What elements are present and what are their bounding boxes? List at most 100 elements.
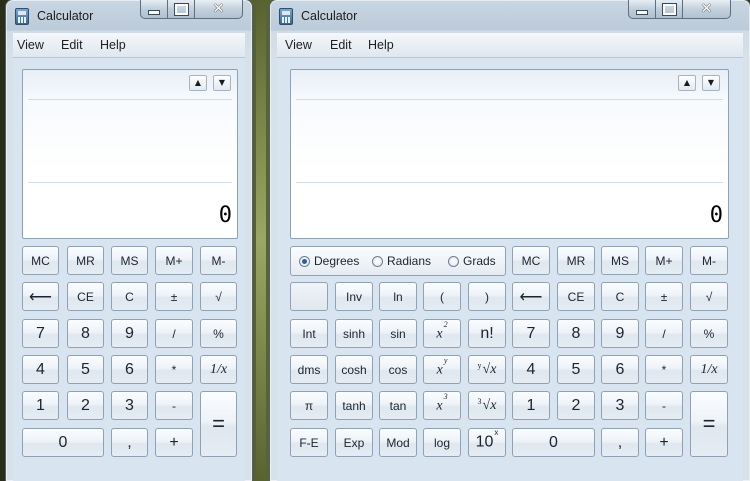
key-equals[interactable]: = bbox=[200, 391, 237, 457]
close-button[interactable]: ✕ bbox=[683, 0, 731, 19]
key-add[interactable]: + bbox=[645, 428, 683, 457]
history-up-button[interactable]: ▲ bbox=[189, 75, 207, 91]
key-reciprocal[interactable]: 1/x bbox=[200, 355, 237, 384]
key-ten-power[interactable]: 10x bbox=[468, 428, 506, 457]
key-memory-recall[interactable]: MR bbox=[67, 246, 104, 275]
title-bar[interactable]: Calculator ✕ bbox=[270, 0, 750, 33]
key-equals[interactable]: = bbox=[690, 391, 728, 457]
key-power[interactable]: xy bbox=[423, 355, 461, 384]
key-backspace[interactable]: ⟵ bbox=[512, 282, 550, 311]
key-fixed-exponent[interactable]: F-E bbox=[290, 428, 328, 457]
key-inverse[interactable]: Inv bbox=[335, 282, 373, 311]
minimize-button[interactable] bbox=[140, 0, 168, 19]
history-up-button[interactable]: ▲ bbox=[678, 75, 696, 91]
menu-help[interactable]: Help bbox=[100, 38, 126, 52]
key-9[interactable]: 9 bbox=[601, 319, 639, 348]
key-sin[interactable]: sin bbox=[379, 319, 417, 348]
title-bar[interactable]: Calculator ✕ bbox=[6, 0, 252, 33]
key-memory-store[interactable]: MS bbox=[601, 246, 639, 275]
maximize-button[interactable] bbox=[168, 0, 195, 19]
key-6[interactable]: 6 bbox=[111, 355, 148, 384]
key-backspace[interactable]: ⟵ bbox=[22, 282, 59, 311]
key-memory-clear[interactable]: MC bbox=[22, 246, 59, 275]
key-multiply[interactable]: * bbox=[645, 355, 683, 384]
key-5[interactable]: 5 bbox=[557, 355, 595, 384]
key-8[interactable]: 8 bbox=[557, 319, 595, 348]
key-clear-entry[interactable]: CE bbox=[67, 282, 104, 311]
key-square-root[interactable]: √ bbox=[690, 282, 728, 311]
key-sinh[interactable]: sinh bbox=[335, 319, 373, 348]
history-down-button[interactable]: ▼ bbox=[702, 75, 720, 91]
radio-radians[interactable]: Radians bbox=[372, 254, 431, 268]
key-multiply[interactable]: * bbox=[155, 355, 193, 384]
key-percent[interactable]: % bbox=[690, 319, 728, 348]
key-subtract[interactable]: - bbox=[155, 391, 193, 420]
key-6[interactable]: 6 bbox=[601, 355, 639, 384]
key-1[interactable]: 1 bbox=[512, 391, 550, 420]
key-clear[interactable]: C bbox=[601, 282, 639, 311]
key-integer[interactable]: Int bbox=[290, 319, 328, 348]
key-9[interactable]: 9 bbox=[111, 319, 148, 348]
key-0[interactable]: 0 bbox=[512, 428, 595, 457]
key-dms[interactable]: dms bbox=[290, 355, 328, 384]
key-0[interactable]: 0 bbox=[22, 428, 104, 457]
key-8[interactable]: 8 bbox=[67, 319, 104, 348]
key-subtract[interactable]: - bbox=[645, 391, 683, 420]
key-add[interactable]: + bbox=[155, 428, 193, 457]
key-2[interactable]: 2 bbox=[557, 391, 595, 420]
key-cos[interactable]: cos bbox=[379, 355, 417, 384]
key-decimal[interactable]: , bbox=[601, 428, 639, 457]
key-square[interactable]: x2 bbox=[423, 319, 461, 348]
key-exp[interactable]: Exp bbox=[335, 428, 373, 457]
key-cube[interactable]: x3 bbox=[423, 391, 461, 420]
key-cosh[interactable]: cosh bbox=[335, 355, 373, 384]
key-square-root[interactable]: √ bbox=[200, 282, 237, 311]
history-down-button[interactable]: ▼ bbox=[213, 75, 231, 91]
key-memory-store[interactable]: MS bbox=[111, 246, 148, 275]
key-clear[interactable]: C bbox=[111, 282, 148, 311]
maximize-button[interactable] bbox=[656, 0, 683, 19]
key-natural-log[interactable]: ln bbox=[379, 282, 417, 311]
key-5[interactable]: 5 bbox=[67, 355, 104, 384]
menu-edit[interactable]: Edit bbox=[330, 38, 352, 52]
key-factorial[interactable]: n! bbox=[468, 319, 506, 348]
key-4[interactable]: 4 bbox=[512, 355, 550, 384]
key-yth-root[interactable]: y√x bbox=[468, 355, 506, 384]
key-open-paren[interactable]: ( bbox=[423, 282, 461, 311]
key-7[interactable]: 7 bbox=[512, 319, 550, 348]
key-2[interactable]: 2 bbox=[67, 391, 104, 420]
menu-view[interactable]: View bbox=[17, 38, 44, 52]
key-memory-add[interactable]: M+ bbox=[645, 246, 683, 275]
key-negate[interactable]: ± bbox=[645, 282, 683, 311]
radio-grads[interactable]: Grads bbox=[448, 254, 496, 268]
key-memory-recall[interactable]: MR bbox=[557, 246, 595, 275]
key-cube-root[interactable]: 3√x bbox=[468, 391, 506, 420]
key-decimal[interactable]: , bbox=[111, 428, 148, 457]
key-modulo[interactable]: Mod bbox=[379, 428, 417, 457]
menu-view[interactable]: View bbox=[285, 38, 312, 52]
minimize-button[interactable] bbox=[628, 0, 656, 19]
key-3[interactable]: 3 bbox=[601, 391, 639, 420]
key-memory-subtract[interactable]: M- bbox=[200, 246, 237, 275]
key-memory-add[interactable]: M+ bbox=[155, 246, 193, 275]
key-divide[interactable]: / bbox=[155, 319, 193, 348]
key-memory-clear[interactable]: MC bbox=[512, 246, 550, 275]
key-log[interactable]: log bbox=[423, 428, 461, 457]
key-4[interactable]: 4 bbox=[22, 355, 59, 384]
menu-edit[interactable]: Edit bbox=[61, 38, 83, 52]
menu-help[interactable]: Help bbox=[368, 38, 394, 52]
key-reciprocal[interactable]: 1/x bbox=[690, 355, 728, 384]
key-divide[interactable]: / bbox=[645, 319, 683, 348]
close-button[interactable]: ✕ bbox=[195, 0, 243, 19]
key-close-paren[interactable]: ) bbox=[468, 282, 506, 311]
key-percent[interactable]: % bbox=[200, 319, 237, 348]
radio-degrees[interactable]: Degrees bbox=[299, 254, 359, 268]
key-memory-subtract[interactable]: M- bbox=[690, 246, 728, 275]
key-clear-entry[interactable]: CE bbox=[557, 282, 595, 311]
key-1[interactable]: 1 bbox=[22, 391, 59, 420]
key-negate[interactable]: ± bbox=[155, 282, 193, 311]
key-tan[interactable]: tan bbox=[379, 391, 417, 420]
key-tanh[interactable]: tanh bbox=[335, 391, 373, 420]
key-pi[interactable]: π bbox=[290, 391, 328, 420]
key-3[interactable]: 3 bbox=[111, 391, 148, 420]
